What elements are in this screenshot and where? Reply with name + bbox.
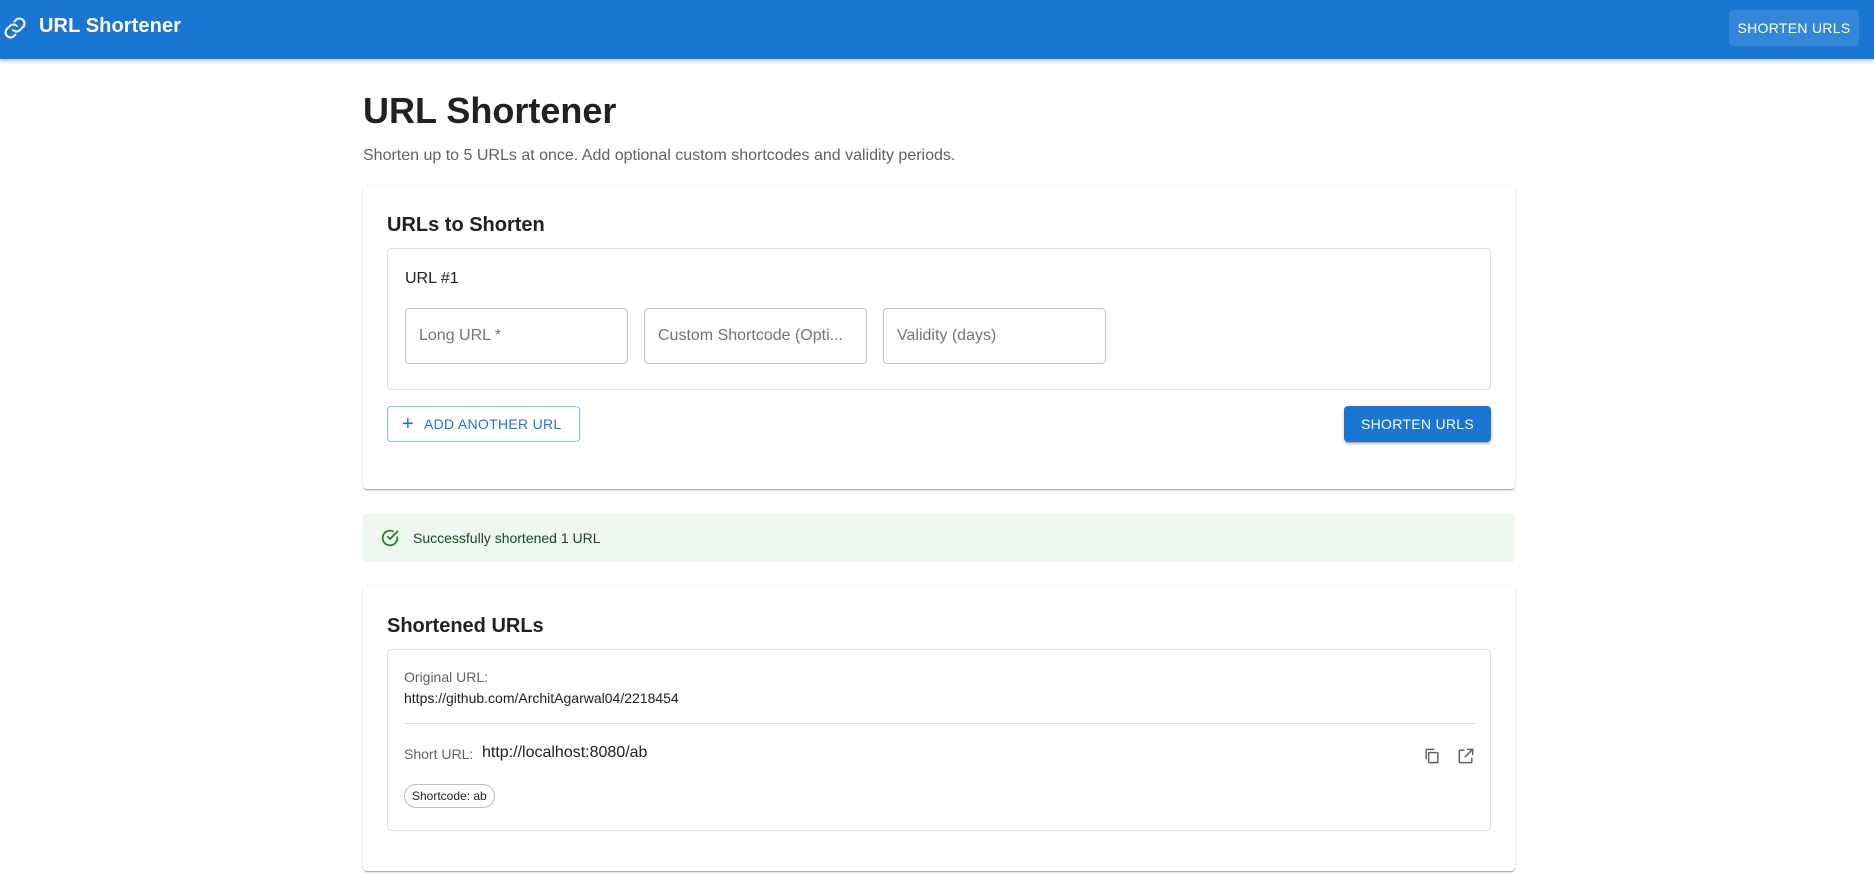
- shortcode-chip: Shortcode: ab: [404, 784, 495, 808]
- custom-shortcode-placeholder: Custom Shortcode (Opti...: [658, 327, 843, 344]
- result-item: Original URL: https://github.com/ArchitA…: [387, 649, 1491, 831]
- add-another-url-button[interactable]: + ADD ANOTHER URL: [387, 406, 580, 442]
- long-url-input[interactable]: Long URL *: [405, 308, 628, 364]
- app-title: URL Shortener: [39, 15, 182, 37]
- original-url-label: Original URL:: [404, 669, 489, 685]
- divider: [404, 723, 1476, 724]
- nav-shorten-urls-button[interactable]: SHORTEN URLS: [1729, 10, 1859, 46]
- validity-days-input[interactable]: Validity (days): [883, 308, 1106, 364]
- original-url-value: https://github.com/ArchitAgarwal04/22184…: [404, 690, 679, 706]
- validity-days-placeholder: Validity (days): [897, 327, 997, 344]
- url-entry: URL #1 Long URL * Custom Shortcode (Opti…: [387, 248, 1491, 390]
- add-another-url-label: ADD ANOTHER URL: [423, 416, 562, 432]
- app-bar: URL Shortener SHORTEN URLS: [0, 0, 1874, 59]
- check-circle-icon: [381, 529, 399, 547]
- results-card-title: Shortened URLs: [387, 615, 544, 637]
- shortened-urls-card: Shortened URLs Original URL: https://git…: [363, 586, 1515, 871]
- page-title: URL Shortener: [363, 90, 617, 131]
- short-url-label: Short URL:: [404, 746, 474, 762]
- short-url-value: http://localhost:8080/ab: [482, 744, 648, 761]
- page-subtitle: Shorten up to 5 URLs at once. Add option…: [363, 147, 956, 164]
- urls-form-card: URLs to Shorten URL #1 Long URL * Custom…: [363, 186, 1515, 489]
- shorten-urls-button[interactable]: SHORTEN URLS: [1344, 406, 1491, 442]
- long-url-placeholder: Long URL *: [419, 327, 502, 344]
- url-entry-label: URL #1: [405, 270, 459, 287]
- custom-shortcode-input[interactable]: Custom Shortcode (Opti...: [644, 308, 867, 364]
- copy-icon[interactable]: [1422, 746, 1442, 766]
- plus-icon: +: [402, 413, 414, 435]
- link-icon: [4, 17, 26, 39]
- form-card-title: URLs to Shorten: [387, 214, 545, 236]
- alert-message: Successfully shortened 1 URL: [413, 530, 601, 546]
- open-in-new-icon[interactable]: [1456, 746, 1476, 766]
- success-alert: Successfully shortened 1 URL: [363, 514, 1515, 562]
